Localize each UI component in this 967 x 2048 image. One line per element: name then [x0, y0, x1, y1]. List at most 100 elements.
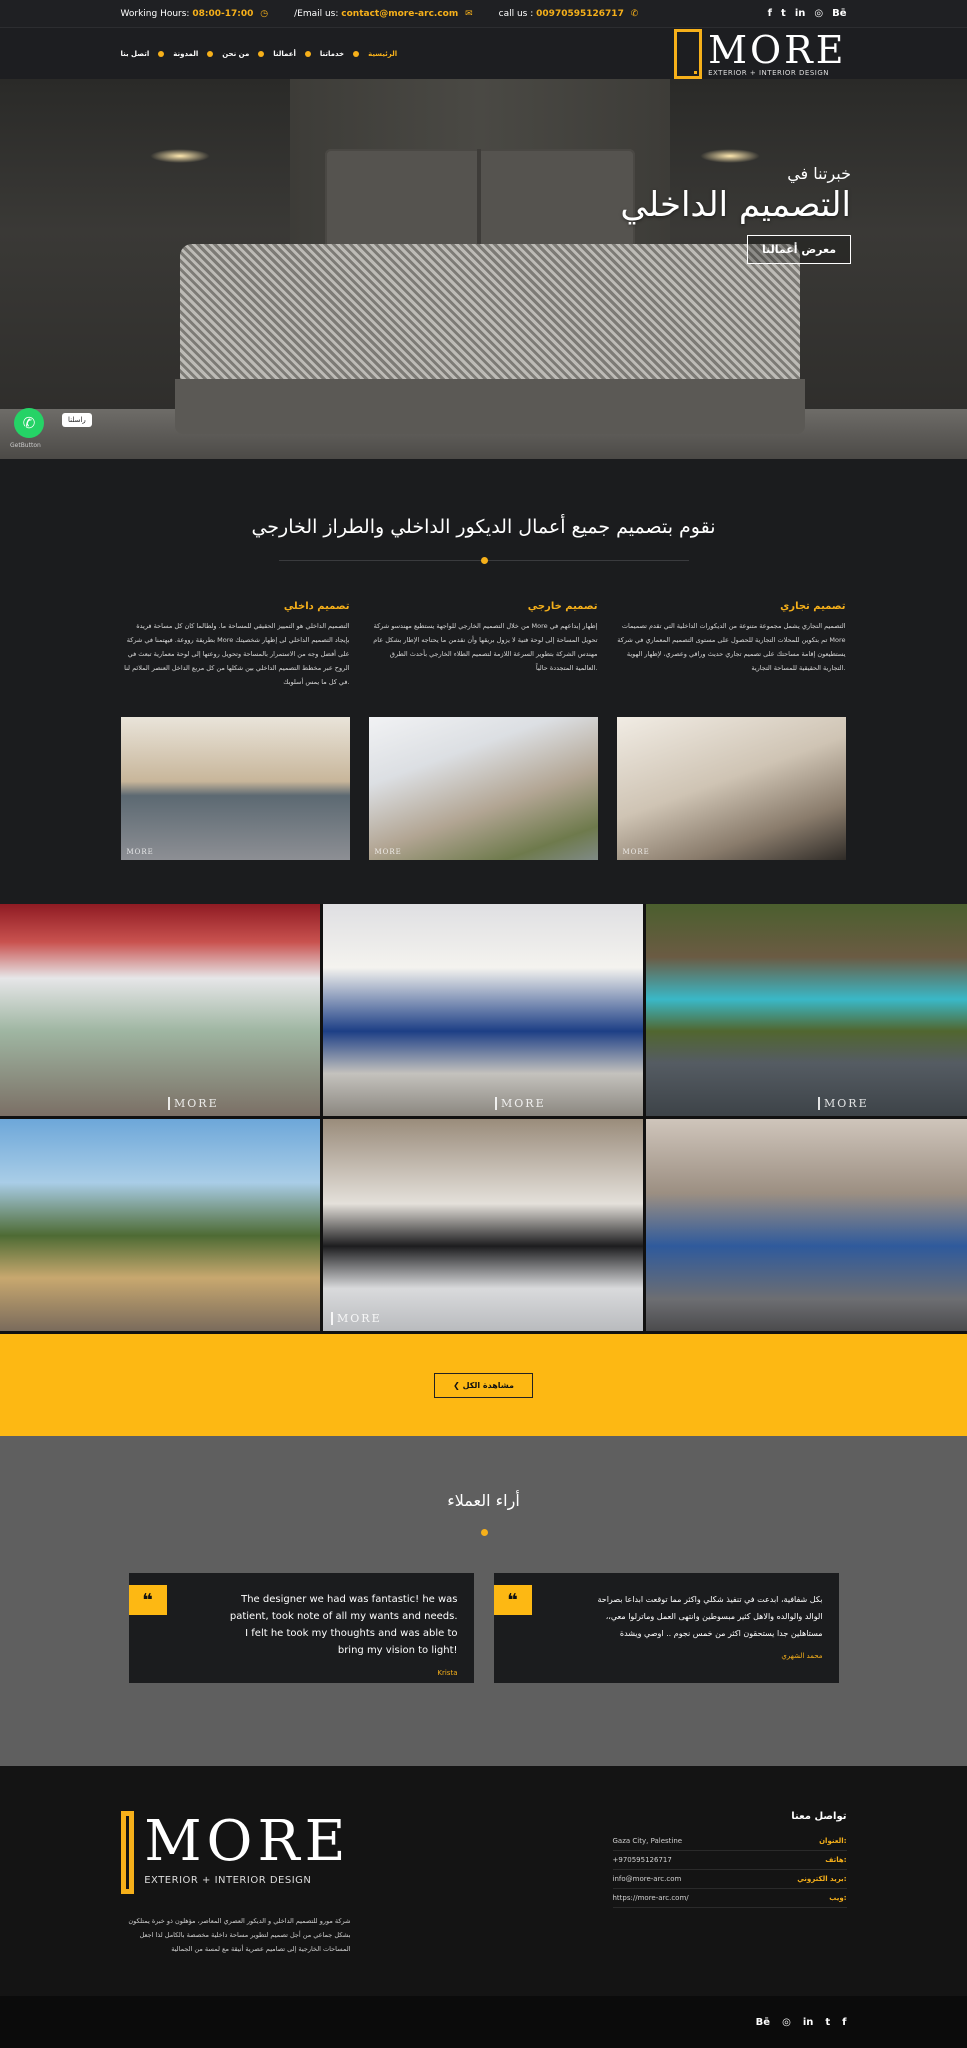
contact-key: بريد الكتروني: — [797, 1875, 847, 1883]
service-image-interior[interactable]: MORE — [120, 717, 350, 860]
footer-contact: تواصل معنا العنوان: Gaza City, Palestine… — [612, 1811, 847, 1956]
hero-bed-image — [180, 244, 800, 394]
twitter-icon[interactable]: t — [781, 8, 786, 19]
service-image-commercial[interactable]: MORE — [616, 717, 846, 860]
nav-item-about[interactable]: من نحن — [222, 50, 249, 58]
behance-icon[interactable]: Bē — [756, 2017, 770, 2028]
whatsapp-label[interactable]: راسلنا — [62, 413, 92, 427]
services-section: نقوم بتصميم جميع أعمال الديكور الداخلي و… — [0, 459, 967, 904]
gallery-item[interactable]: MORE — [0, 904, 320, 1116]
image-watermark: MORE — [818, 1097, 869, 1110]
service-title: تصميم خارجي — [527, 601, 598, 612]
envelope-icon: ✉ — [465, 8, 473, 19]
nav-separator-dot — [304, 51, 311, 57]
email-info[interactable]: /Email us: contact@more-arc.com ✉ — [294, 9, 477, 19]
footer-logo-block: MORE EXTERIOR + INTERIOR DESIGN شركة مور… — [120, 1809, 351, 1956]
facebook-icon[interactable]: f — [842, 2017, 846, 2028]
contact-key: هاتف: — [825, 1856, 847, 1864]
nav-separator-dot — [158, 51, 165, 57]
service-card-exterior: تصميم خارجي من خلال التصميم الخارجي للوا… — [368, 601, 598, 860]
footer-logo-wordmark: MORE — [144, 1809, 351, 1874]
service-image-exterior[interactable]: MORE — [368, 717, 598, 860]
image-watermark: MORE — [168, 1097, 219, 1110]
bottom-bar: Bē ◎ in t f — [0, 1996, 967, 2048]
contact-email[interactable]: بريد الكتروني: info@more-arc.com — [612, 1870, 847, 1889]
facebook-icon[interactable]: f — [768, 8, 772, 19]
contact-value[interactable]: info@more-arc.com — [613, 1875, 682, 1883]
contact-address: العنوان: Gaza City, Palestine — [612, 1832, 847, 1851]
nav-separator-dot — [258, 51, 265, 57]
view-all-label: مشاهدة الكل — [462, 1380, 514, 1390]
nav-item-works[interactable]: أعمالنا — [273, 50, 296, 58]
service-card-interior: تصميم داخلي التصميم الداخلي هو التمييز ا… — [120, 601, 350, 860]
main-menu: اتصل بنا المدونة من نحن أعمالنا خدماتنا … — [121, 50, 398, 58]
phone-value[interactable]: 00970595126717 — [536, 9, 624, 19]
email-value[interactable]: contact@more-arc.com — [341, 9, 458, 19]
quote-icon: ❝ — [128, 1585, 167, 1615]
hours-value: 08:00-17:00 — [192, 8, 254, 19]
image-watermark: MORE — [622, 848, 650, 856]
contact-website[interactable]: ويب: https://more-arc.com/ — [612, 1889, 847, 1908]
contact-info: Working Hours: 08:00-17:00 ◷ /Email us: … — [121, 9, 643, 19]
hero-bed-base — [175, 379, 805, 434]
instagram-icon[interactable]: ◎ — [814, 8, 823, 19]
nav-item-home[interactable]: الرئيسية — [368, 50, 397, 58]
footer-logo-door-mark — [120, 1811, 135, 1894]
testimonial-card: ❝ The designer we had was fantastic! he … — [128, 1573, 474, 1683]
whatsapp-icon[interactable]: ✆ — [14, 408, 44, 438]
service-card-commercial: تصميم تجاري التصميم التجاري يشمل مجموعة … — [616, 601, 846, 860]
working-hours: Working Hours: 08:00-17:00 ◷ — [121, 9, 273, 19]
phone-icon: ✆ — [630, 8, 639, 19]
twitter-icon[interactable]: t — [825, 2017, 830, 2028]
clock-icon: ◷ — [260, 8, 269, 19]
gallery-item[interactable]: MORE — [646, 904, 967, 1116]
chevron-left-icon: ❮ — [453, 1380, 460, 1390]
behance-icon[interactable]: Bē — [832, 8, 846, 19]
contact-value[interactable]: +970595126717 — [613, 1856, 672, 1864]
services-title: نقوم بتصميم جميع أعمال الديكور الداخلي و… — [251, 516, 716, 538]
linkedin-icon[interactable]: in — [795, 8, 806, 19]
gallery-item[interactable]: MORE — [323, 1119, 643, 1331]
image-watermark: MORE — [126, 848, 154, 856]
testimonial-author: Krista — [437, 1669, 458, 1677]
testimonials-section: أراء العملاء ❝ The designer we had was f… — [0, 1436, 967, 1766]
contact-value: Gaza City, Palestine — [612, 1837, 683, 1845]
image-watermark: MORE — [495, 1097, 546, 1110]
gallery-item[interactable]: MORE — [323, 904, 643, 1116]
email-label: /Email us: — [294, 8, 339, 19]
service-description: التصميم الداخلي هو التمييز الحقيقي للمسا… — [124, 622, 350, 686]
navbar: اتصل بنا المدونة من نحن أعمالنا خدماتنا … — [0, 27, 967, 79]
footer-about-text: شركة مورو للتصميم الداخلي و الديكور العص… — [128, 1917, 351, 1953]
logo-wordmark: MORE — [708, 28, 847, 72]
instagram-icon[interactable]: ◎ — [782, 2017, 791, 2028]
hero-headboard — [325, 149, 635, 249]
image-watermark: MORE — [331, 1312, 382, 1325]
hours-label: Working Hours: — [120, 8, 190, 19]
hero-text: خبرتنا في التصميم الداخلي معرض أعمالنا — [620, 164, 851, 264]
service-description: من خلال التصميم الخارجي للواجهة يستطيع م… — [373, 622, 598, 672]
hero-banner: خبرتنا في التصميم الداخلي معرض أعمالنا — [0, 79, 967, 459]
separator-dot — [480, 557, 488, 564]
service-description: التصميم التجاري يشمل مجموعة متنوعة من ال… — [617, 622, 846, 672]
nav-item-blog[interactable]: المدونة — [173, 50, 198, 58]
logo-door-mark — [674, 29, 703, 79]
testimonial-text: بكل شفافية، ابدعت في تنفيذ شكلي واكثر مم… — [597, 1595, 823, 1638]
gallery-item[interactable] — [646, 1119, 967, 1331]
footer: MORE EXTERIOR + INTERIOR DESIGN شركة مور… — [0, 1766, 967, 1996]
hero-subtitle: خبرتنا في — [787, 164, 851, 183]
portfolio-button[interactable]: معرض أعمالنا — [746, 235, 851, 264]
phone-info[interactable]: call us : 00970595126717 ✆ — [499, 9, 643, 19]
linkedin-icon[interactable]: in — [803, 2017, 814, 2028]
gallery-item[interactable] — [0, 1119, 320, 1331]
hero-title: التصميم الداخلي — [620, 185, 851, 225]
service-title: تصميم داخلي — [283, 601, 350, 612]
contact-phone[interactable]: هاتف: +970595126717 — [612, 1851, 847, 1870]
image-watermark: MORE — [374, 848, 402, 856]
getbutton-credit[interactable]: GetButton — [10, 442, 41, 449]
contact-title: تواصل معنا — [791, 1811, 847, 1822]
nav-item-contact[interactable]: اتصل بنا — [121, 50, 150, 58]
site-logo[interactable]: MORE EXTERIOR + INTERIOR DESIGN — [674, 29, 846, 79]
nav-item-services[interactable]: خدماتنا — [320, 50, 344, 58]
contact-value[interactable]: https://more-arc.com/ — [613, 1894, 689, 1902]
view-all-button[interactable]: ❮ مشاهدة الكل — [434, 1372, 533, 1398]
